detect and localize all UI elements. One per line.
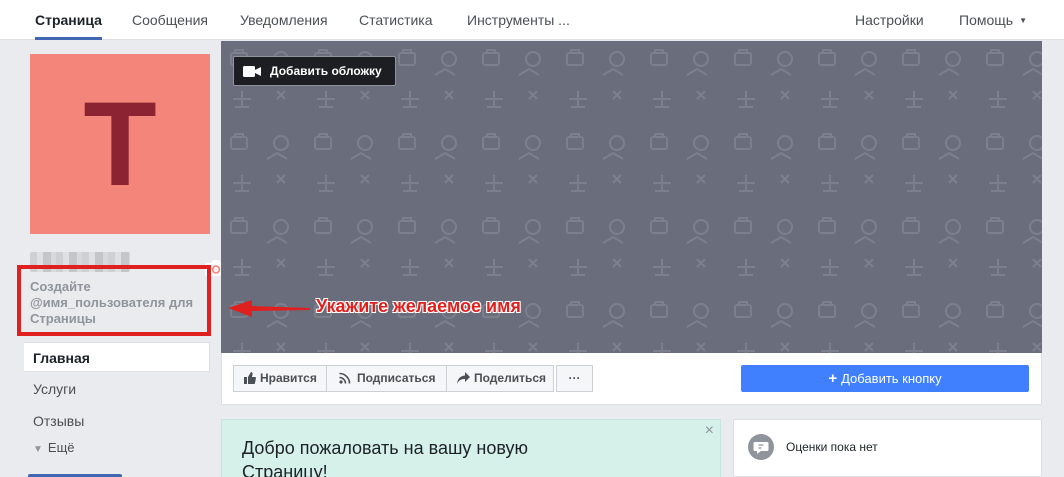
annotation-text: Укажите желаемое имя: [316, 296, 521, 316]
share-arrow-icon: [457, 372, 470, 384]
avatar-letter: T: [83, 77, 157, 211]
page-top-nav: Страница Сообщения Уведомления Статистик…: [0, 0, 1064, 40]
welcome-card: Добро пожаловать на вашу новую Страницу!…: [221, 419, 721, 477]
share-label: Поделиться: [474, 371, 547, 385]
like-button[interactable]: Нравится: [233, 365, 327, 392]
welcome-text: Добро пожаловать на вашу новую Страницу!: [242, 438, 529, 477]
help-menu[interactable]: Помощь ▼: [959, 0, 1027, 40]
add-button-label: Добавить кнопку: [841, 371, 942, 386]
plus-icon: +: [828, 370, 838, 387]
speech-bubble-icon: [748, 434, 774, 460]
no-ratings-text: Оценки пока нет: [786, 440, 878, 454]
reviews-card: Оценки пока нет: [733, 419, 1042, 477]
add-cover-button[interactable]: Добавить обложку: [233, 56, 396, 86]
video-camera-icon: [243, 66, 261, 77]
leftnav-item-reviews[interactable]: Отзывы: [24, 406, 210, 436]
rss-icon: [339, 372, 351, 384]
tab-statistics[interactable]: Статистика: [359, 0, 433, 40]
tab-tools[interactable]: Инструменты ...: [467, 0, 570, 40]
subscribe-label: Подписаться: [357, 371, 436, 385]
caret-down-icon: ▼: [1019, 16, 1027, 25]
leftnav-item-home[interactable]: Главная: [24, 342, 210, 372]
tab-messages[interactable]: Сообщения: [132, 0, 208, 40]
thumbs-up-icon: [244, 372, 256, 384]
add-cover-label: Добавить обложку: [270, 64, 382, 78]
red-arrow-icon: [228, 300, 310, 317]
triangle-down-icon: ▼: [33, 444, 43, 455]
share-button[interactable]: Поделиться: [446, 365, 554, 392]
leftnav-item-services[interactable]: Услуги: [24, 374, 210, 404]
close-icon[interactable]: ×: [705, 422, 714, 440]
add-button[interactable]: + Добавить кнопку: [741, 365, 1029, 392]
profile-picture[interactable]: T: [30, 54, 227, 276]
more-options-button[interactable]: ···: [556, 365, 593, 392]
more-label: Ещё: [47, 440, 75, 455]
tab-page[interactable]: Страница: [35, 0, 102, 40]
subscribe-button[interactable]: Подписаться: [326, 365, 447, 392]
leftnav-more[interactable]: ▼ Ещё: [33, 440, 75, 455]
help-label: Помощь: [959, 12, 1014, 28]
like-label: Нравится: [260, 371, 317, 385]
tab-notifications[interactable]: Уведомления: [240, 0, 328, 40]
more-dots-icon: ···: [568, 371, 581, 385]
username-highlight-box: [17, 265, 211, 336]
tab-settings[interactable]: Настройки: [855, 0, 924, 40]
